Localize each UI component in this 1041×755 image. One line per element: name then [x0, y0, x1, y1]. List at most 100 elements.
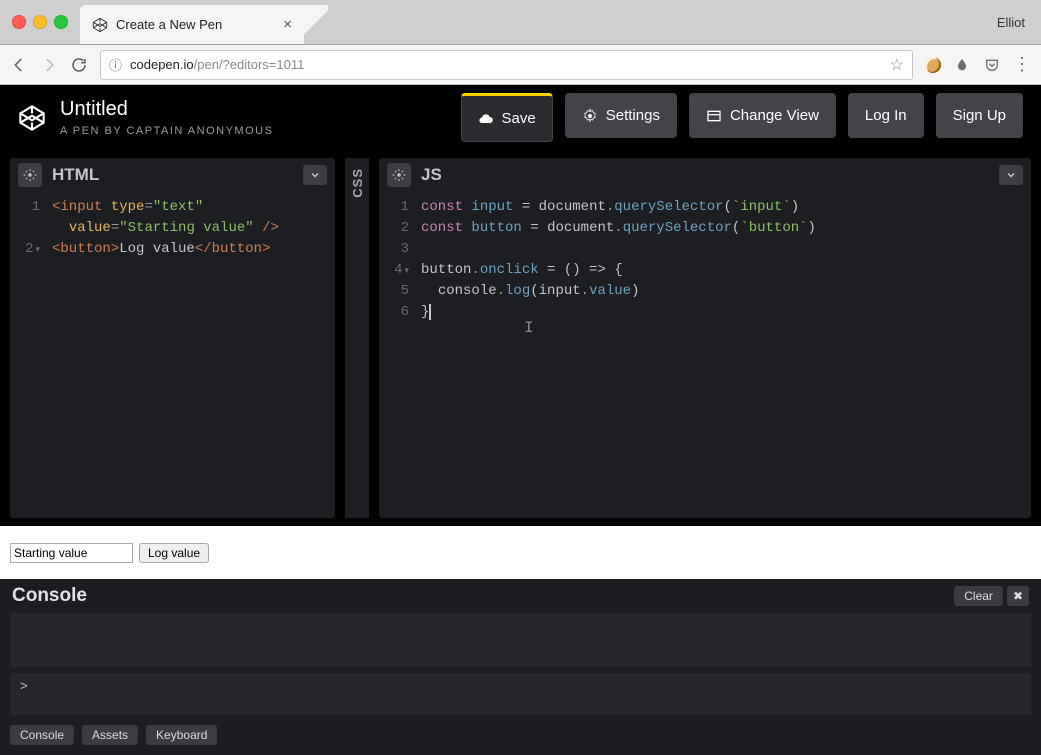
code-token: onclick: [480, 262, 539, 278]
code-token: <input: [52, 199, 102, 215]
gear-icon: [23, 168, 37, 182]
js-pane-header: JS: [379, 158, 1031, 191]
save-label: Save: [502, 110, 536, 127]
close-window-icon[interactable]: [12, 15, 26, 29]
browser-profile[interactable]: Elliot: [981, 0, 1041, 44]
fold-icon[interactable]: ▾: [35, 245, 40, 255]
extension-droplet-icon[interactable]: [953, 56, 971, 74]
pen-title-block: Untitled A PEN BY CAPTAIN ANONYMOUS: [60, 98, 273, 137]
gear-icon: [582, 108, 598, 124]
line-number: 4: [394, 262, 402, 278]
code-token: `input`: [732, 199, 791, 215]
code-token: value: [589, 283, 631, 299]
browser-toolbar: ⓘ codepen.io /pen/?editors=1011 ☆ ⋮: [0, 45, 1041, 85]
line-number: 2: [401, 220, 409, 236]
signup-button[interactable]: Sign Up: [936, 93, 1023, 138]
html-editor[interactable]: 1 2▾ <input type="text" value="Starting …: [10, 191, 335, 518]
code-token: querySelector: [614, 199, 723, 215]
code-token: "Starting value": [119, 220, 253, 236]
bookmark-star-icon[interactable]: ☆: [890, 55, 904, 75]
console-output[interactable]: [10, 613, 1031, 667]
code-token: const: [421, 220, 463, 236]
preview-pane[interactable]: Log value: [0, 526, 1041, 579]
new-tab-slant[interactable]: [300, 5, 328, 44]
footer-tab-keyboard[interactable]: Keyboard: [146, 725, 217, 745]
site-info-icon[interactable]: ⓘ: [109, 55, 122, 74]
minimize-window-icon[interactable]: [33, 15, 47, 29]
settings-label: Settings: [606, 107, 660, 124]
code-token: querySelector: [623, 220, 732, 236]
browser-tab[interactable]: Create a New Pen ×: [80, 5, 304, 44]
change-view-button[interactable]: Change View: [689, 93, 836, 138]
tab-close-icon[interactable]: ×: [283, 16, 292, 33]
html-pane-header: HTML: [10, 158, 335, 191]
line-number: 6: [401, 304, 409, 320]
console-clear-button[interactable]: Clear: [954, 586, 1003, 606]
extension-cookie-icon[interactable]: [925, 57, 941, 73]
html-collapse-icon[interactable]: [303, 165, 327, 185]
change-view-label: Change View: [730, 107, 819, 124]
html-settings-icon[interactable]: [18, 163, 42, 187]
line-number: 1: [401, 199, 409, 215]
code-token: button: [421, 262, 471, 278]
console-input[interactable]: >: [10, 673, 1031, 715]
code-token: =: [513, 199, 538, 215]
console-title: Console: [12, 585, 87, 607]
footer-tab-assets[interactable]: Assets: [82, 725, 138, 745]
js-collapse-icon[interactable]: [999, 165, 1023, 185]
code-token: <button>: [52, 241, 119, 257]
console-header: Console Clear ✖: [0, 579, 1041, 613]
console-prompt-symbol: >: [20, 679, 28, 694]
line-number: 2: [25, 241, 33, 257]
code-token: "text": [153, 199, 203, 215]
code-token: =: [522, 220, 547, 236]
js-settings-icon[interactable]: [387, 163, 411, 187]
code-token: />: [262, 220, 279, 236]
code-token: [421, 283, 438, 299]
maximize-window-icon[interactable]: [54, 15, 68, 29]
tab-title: Create a New Pen: [116, 17, 222, 32]
js-gutter: 1 2 3 4▾ 5 6: [379, 191, 417, 518]
code-token: input: [539, 283, 581, 299]
pen-title[interactable]: Untitled: [60, 98, 273, 121]
footer-tab-console[interactable]: Console: [10, 725, 74, 745]
cloud-icon: [478, 111, 494, 127]
login-button[interactable]: Log In: [848, 93, 924, 138]
url-host: codepen.io: [130, 57, 194, 72]
signup-label: Sign Up: [953, 107, 1006, 124]
text-cursor-icon: I: [524, 318, 534, 339]
save-button[interactable]: Save: [461, 93, 553, 142]
back-icon[interactable]: [10, 56, 28, 74]
codepen-logo-icon[interactable]: [18, 104, 46, 132]
console-close-icon[interactable]: ✖: [1007, 586, 1029, 606]
code-token: = () => {: [539, 262, 623, 278]
js-code-body[interactable]: const input = document.querySelector(`in…: [417, 191, 1031, 518]
code-token: }: [421, 304, 431, 320]
js-editor[interactable]: 1 2 3 4▾ 5 6 const input = document.quer…: [379, 191, 1031, 518]
code-token: value: [69, 220, 111, 236]
line-number: 3: [401, 241, 409, 257]
reload-icon[interactable]: [70, 56, 88, 74]
forward-icon: [40, 56, 58, 74]
preview-input[interactable]: [10, 543, 133, 563]
html-pane: HTML 1 2▾ <input type="text" value="Star…: [10, 158, 335, 518]
url-path: /pen/?editors=1011: [194, 57, 305, 72]
address-bar[interactable]: ⓘ codepen.io /pen/?editors=1011 ☆: [100, 50, 913, 80]
html-code-body[interactable]: <input type="text" value="Starting value…: [48, 191, 335, 518]
chrome-menu-icon[interactable]: ⋮: [1013, 56, 1031, 74]
extension-pocket-icon[interactable]: [983, 56, 1001, 74]
window-controls: [0, 0, 80, 44]
code-token: type: [111, 199, 145, 215]
settings-button[interactable]: Settings: [565, 93, 677, 138]
html-gutter: 1 2▾: [10, 191, 48, 518]
codepen-header: Untitled A PEN BY CAPTAIN ANONYMOUS Save…: [0, 85, 1041, 150]
css-pane-collapsed[interactable]: CSS: [345, 158, 369, 518]
footer-tabs: Console Assets Keyboard: [0, 715, 1041, 755]
layout-icon: [706, 108, 722, 124]
console-section: Console Clear ✖ > Console Assets Keyboar…: [0, 579, 1041, 755]
code-token: document: [539, 199, 606, 215]
preview-log-button[interactable]: Log value: [139, 543, 209, 563]
codepen-favicon-icon: [92, 17, 108, 33]
fold-icon[interactable]: ▾: [404, 266, 409, 276]
code-token: Log value: [119, 241, 195, 257]
